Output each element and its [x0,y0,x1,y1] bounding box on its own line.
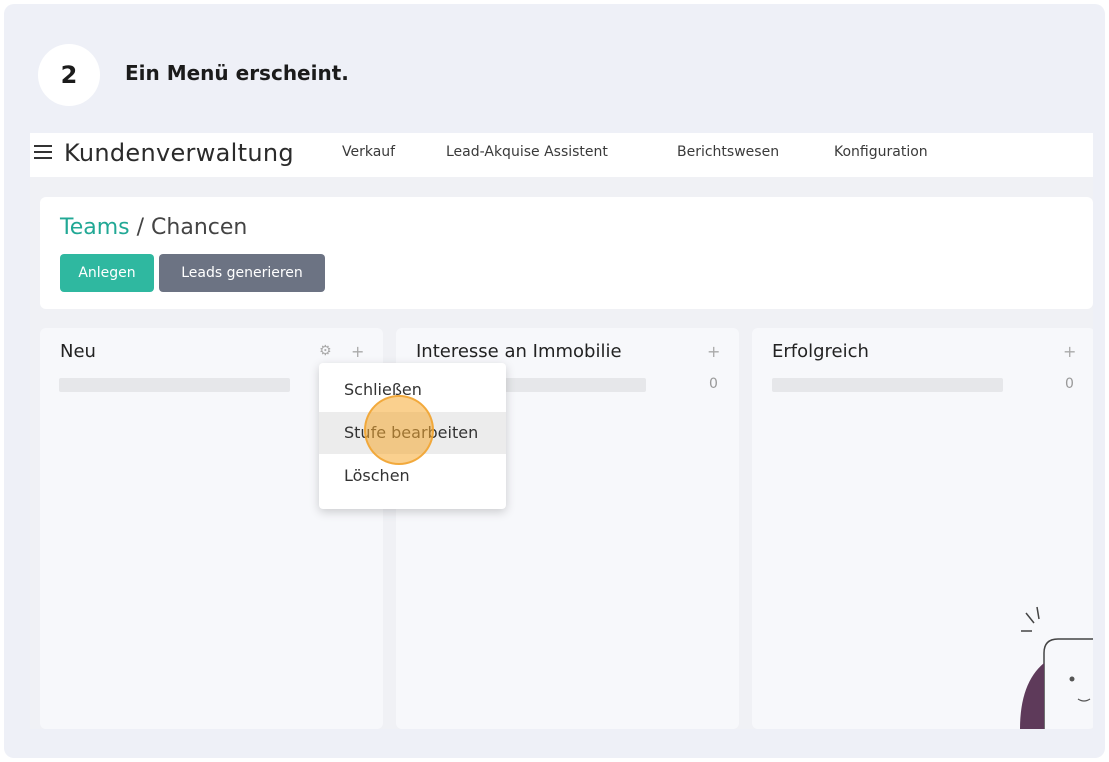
empty-state-illustration [1020,606,1093,729]
create-button[interactable]: Anlegen [60,254,154,292]
top-navbar: Kundenverwaltung Verkauf Lead-Akquise As… [30,133,1093,177]
breadcrumb: Teams / Chancen [60,215,247,240]
app-title: Kundenverwaltung [64,139,294,167]
gear-icon[interactable]: ⚙ [319,343,332,359]
column-progress-bar [59,378,290,392]
add-icon[interactable]: + [1063,342,1076,361]
add-icon[interactable]: + [351,342,364,361]
nav-item-berichtswesen[interactable]: Berichtswesen [677,144,779,160]
column-progress-bar [772,378,1003,392]
step-instruction: Ein Menü erscheint. [125,61,349,85]
breadcrumb-teams-link[interactable]: Teams [60,215,130,240]
column-count: 0 [709,376,718,392]
add-icon[interactable]: + [707,342,720,361]
click-indicator [364,395,434,465]
hamburger-menu-icon[interactable] [34,141,52,165]
step-number-badge: 2 [38,44,100,106]
nav-item-verkauf[interactable]: Verkauf [342,144,395,160]
generate-leads-button[interactable]: Leads generieren [159,254,325,292]
nav-item-konfiguration[interactable]: Konfiguration [834,144,928,160]
control-panel: Teams / Chancen Anlegen Leads generieren [40,197,1093,309]
column-title: Interesse an Immobilie [416,341,622,362]
app-screenshot: Kundenverwaltung Verkauf Lead-Akquise As… [30,133,1093,729]
breadcrumb-current: Chancen [151,215,248,240]
nav-item-lead-akquise[interactable]: Lead-Akquise Assistent [446,144,608,160]
column-title: Neu [60,341,96,362]
breadcrumb-separator: / [136,215,145,240]
column-title: Erfolgreich [772,341,869,362]
column-progress-bar [505,378,646,392]
column-count: 0 [1065,376,1074,392]
